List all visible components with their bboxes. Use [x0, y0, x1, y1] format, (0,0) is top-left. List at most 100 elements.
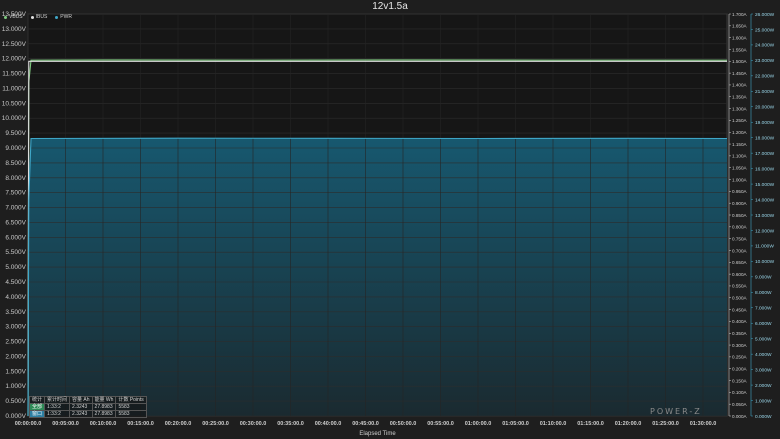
y-right-current-tick-label: 1.700A — [732, 12, 747, 17]
y-left-tick-label: 2.000V — [5, 353, 26, 360]
x-tick-label: 00:55:00.0 — [427, 421, 454, 427]
y-right-current-tick-label: 0.400A — [732, 319, 747, 324]
legend-item-vbus[interactable]: VBUS — [4, 14, 23, 20]
y-right-current-tick-label: 1.650A — [732, 24, 747, 29]
x-tick-label: 00:15:00.0 — [127, 421, 154, 427]
stats-row-window: 窗口 1:33:2 2.3243 27.8983 5583 — [28, 410, 147, 418]
y-right-power-tick-label: 13.000W — [755, 213, 775, 219]
y-right-current-tick-label: 0.800A — [732, 225, 747, 230]
y-right-current-tick-label: 1.100A — [732, 154, 747, 159]
x-tick-label: 00:20:00.0 — [165, 421, 192, 427]
y-right-current-tick-label: 0.750A — [732, 236, 747, 241]
brand-logo: POWER-Z — [650, 407, 702, 416]
legend-item-ibus[interactable]: IBUS — [30, 14, 47, 20]
x-tick-label: 01:05:00.0 — [502, 421, 529, 427]
y-right-power-tick-label: 16.000W — [755, 166, 775, 172]
y-left-tick-label: 10.500V — [2, 100, 27, 107]
y-left-tick-label: 3.000V — [5, 324, 26, 331]
y-right-current-tick-label: 1.300A — [732, 106, 747, 111]
y-left-tick-label: 12.500V — [2, 41, 27, 48]
y-right-current-tick-label: 1.050A — [732, 166, 747, 171]
y-right-power-tick-label: 10.000W — [755, 259, 775, 265]
y-right-current-tick-label: 1.450A — [732, 71, 747, 76]
stats-cell-wh: 27.8983 — [91, 403, 117, 411]
y-left-tick-label: 7.500V — [5, 190, 26, 197]
y-left-tick-label: 11.000V — [2, 85, 26, 92]
y-right-power-tick-label: 17.000W — [755, 151, 775, 157]
stats-cell-wh: 27.8983 — [91, 410, 117, 418]
legend-label: PWR — [60, 14, 72, 20]
y-right-power-tick-label: 7.000W — [755, 306, 772, 312]
x-tick-label: 00:25:00.0 — [202, 421, 229, 427]
y-left-tick-label: 0.000V — [5, 413, 26, 420]
y-left-tick-label: 7.000V — [5, 205, 26, 212]
legend-dot-icon — [4, 15, 7, 19]
legend-label: VBUS — [9, 14, 23, 20]
y-right-current-tick-label: 0.200A — [732, 367, 747, 372]
y-right-current-tick-label: 0.450A — [732, 307, 747, 312]
y-left-tick-label: 9.500V — [5, 130, 26, 137]
y-left-tick-label: 10.000V — [2, 115, 27, 122]
y-left-tick-label: 1.500V — [5, 368, 26, 375]
legend-dot-icon — [30, 15, 34, 19]
y-right-current-tick-label: 0.850A — [732, 213, 747, 218]
y-right-current-tick-label: 0.250A — [732, 355, 747, 360]
x-tick-label: 01:20:00.0 — [615, 421, 642, 427]
y-right-current-tick-label: 0.650A — [732, 260, 747, 265]
y-right-power-tick-label: 8.000W — [755, 290, 772, 296]
y-right-current-tick-label: 1.250A — [732, 118, 747, 123]
series-area-pwr — [28, 138, 727, 416]
y-right-power-tick-label: 15.000W — [755, 182, 775, 188]
y-left-tick-label: 1.000V — [5, 383, 26, 390]
y-right-current-tick-label: 1.350A — [732, 95, 747, 100]
chart-legend: VBUS IBUS PWR — [4, 14, 72, 20]
y-left-tick-label: 2.500V — [5, 339, 26, 346]
x-tick-label: 01:30:00.0 — [690, 421, 717, 427]
y-right-current-tick-label: 1.500A — [732, 59, 747, 64]
x-tick-label: 00:40:00.0 — [315, 421, 342, 427]
y-right-power-tick-label: 14.000W — [755, 197, 775, 203]
x-tick-label: 00:45:00.0 — [352, 421, 379, 427]
y-right-power-tick-label: 4.000W — [755, 352, 772, 358]
stats-cell-points: 5583 — [115, 403, 147, 411]
y-right-power-tick-label: 5.000W — [755, 336, 772, 342]
stats-table: 统计 累计时间 容量 Ah 能量 Wh 计数 Points 全部 1:33:2 … — [28, 396, 147, 418]
y-right-current-tick-label: 1.000A — [732, 177, 747, 182]
y-right-current-tick-label: 1.600A — [732, 35, 747, 40]
x-tick-label: 00:10:00.0 — [90, 421, 117, 427]
stats-header-cell: 累计时间 — [44, 396, 71, 404]
y-right-current-tick-label: 0.100A — [732, 390, 747, 395]
legend-item-pwr[interactable]: PWR — [55, 14, 72, 20]
stats-header-cell: 能量 Wh — [91, 396, 117, 404]
x-axis-label: Elapsed Time — [359, 431, 396, 437]
y-left-tick-label: 8.500V — [5, 160, 26, 167]
y-right-power-tick-label: 6.000W — [755, 321, 772, 327]
y-right-power-tick-label: 20.000W — [755, 105, 775, 111]
x-tick-label: 01:00:00.0 — [465, 421, 492, 427]
y-left-tick-label: 4.000V — [5, 294, 26, 301]
y-right-power-tick-label: 22.000W — [755, 74, 775, 80]
y-right-current-tick-label: 1.150A — [732, 142, 747, 147]
stats-row-label: 全部 — [28, 403, 46, 411]
y-right-current-tick-label: 0.300A — [732, 343, 747, 348]
y-left-tick-label: 0.500V — [5, 398, 26, 405]
x-tick-label: 00:00:00.0 — [15, 421, 42, 427]
stats-row-label: 窗口 — [28, 410, 46, 418]
y-right-power-tick-label: 26.000W — [755, 12, 775, 18]
y-right-current-tick-label: 0.150A — [732, 378, 747, 383]
y-right-power-tick-label: 11.000W — [755, 244, 774, 250]
y-right-power-tick-label: 3.000W — [755, 367, 772, 373]
stats-cell-points: 5583 — [115, 410, 147, 418]
y-right-power-tick-label: 2.000W — [755, 383, 772, 389]
y-right-current-tick-label: 0.050A — [732, 402, 747, 407]
y-right-power-tick-label: 1.000W — [755, 398, 772, 404]
y-left-tick-label: 12.000V — [2, 56, 27, 63]
y-right-current-tick-label: 0.550A — [732, 284, 747, 289]
x-tick-label: 00:30:00.0 — [240, 421, 267, 427]
stats-header-row: 统计 累计时间 容量 Ah 能量 Wh 计数 Points — [28, 396, 147, 404]
y-right-power-tick-label: 19.000W — [755, 120, 775, 126]
y-left-tick-label: 11.500V — [2, 71, 26, 78]
y-left-tick-label: 3.500V — [5, 309, 26, 316]
stats-header-cell: 容量 Ah — [69, 396, 93, 404]
y-right-current-tick-label: 0.600A — [732, 272, 747, 277]
